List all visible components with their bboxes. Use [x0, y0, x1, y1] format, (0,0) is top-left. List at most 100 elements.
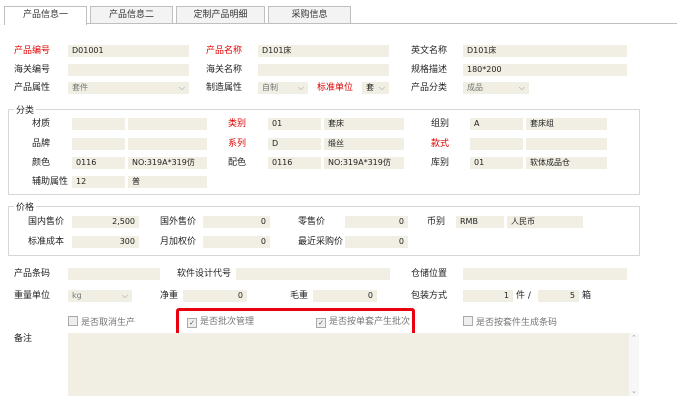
barcode-per-kit-checkbox[interactable]: 是否按套件生成条码	[463, 316, 557, 329]
domestic-price-label: 国内售价	[28, 217, 65, 227]
memo-label: 备注	[14, 334, 33, 344]
type-code-field[interactable]: 01	[268, 118, 321, 130]
color-name-field: NO:319A*319仿	[128, 157, 207, 169]
product-code-label: 产品编号	[14, 46, 51, 56]
packing-unit-box: 箱	[582, 291, 592, 301]
weight-unit-select[interactable]: kg ⌵	[68, 290, 132, 302]
cancel-production-text: 是否取消生产	[81, 318, 136, 328]
packing-unit-piece: 件 /	[516, 291, 531, 301]
packing-qty-field[interactable]: 1	[463, 290, 513, 302]
tab-purchase-info[interactable]: 采购信息	[268, 6, 351, 23]
manufacture-attr-value: 自制	[262, 83, 278, 92]
product-attr-value: 套件	[72, 83, 88, 92]
customs-name-label: 海关名称	[206, 65, 243, 75]
memo-scrollbar[interactable]: ⌃ ⌄	[629, 333, 639, 396]
product-name-label: 产品名称	[206, 46, 243, 56]
aux-attr-label: 辅助属性	[32, 177, 69, 187]
customs-code-field[interactable]	[68, 64, 189, 76]
chevron-down-icon: ⌵	[121, 291, 128, 300]
type-name-field: 套床	[324, 118, 404, 130]
product-attr-select[interactable]: 套件 ⌵	[68, 82, 189, 94]
material-name-field	[128, 118, 207, 130]
software-code-label: 软件设计代号	[177, 269, 232, 279]
packing-label: 包装方式	[411, 291, 448, 301]
net-weight-field[interactable]: 0	[183, 290, 247, 302]
match-color-code-field[interactable]: 0116	[268, 157, 321, 169]
checkbox-empty-icon	[463, 316, 473, 326]
tab-product-info-2[interactable]: 产品信息二	[90, 6, 173, 23]
scroll-up-icon[interactable]: ⌃	[631, 334, 637, 342]
memo-textarea[interactable]	[68, 333, 629, 396]
std-cost-label: 标准成本	[28, 237, 65, 247]
series-name-field: 缎丝	[324, 138, 404, 150]
recent-purchase-field[interactable]: 0	[345, 236, 408, 248]
gross-weight-field[interactable]: 0	[313, 290, 377, 302]
spec-field[interactable]: 180*200	[463, 64, 627, 76]
group-label: 组别	[431, 119, 450, 129]
std-unit-select[interactable]: 套 ⌵	[362, 82, 389, 94]
weight-unit-label: 重量单位	[14, 291, 51, 301]
product-code-field[interactable]: D01001	[68, 45, 189, 57]
barcode-field[interactable]	[68, 268, 160, 280]
series-label: 系列	[228, 139, 247, 149]
scroll-down-icon[interactable]: ⌄	[631, 387, 637, 395]
warehouse-name-field: 软体成品仓	[526, 157, 607, 169]
currency-name-field: 人民币	[507, 216, 583, 228]
chevron-down-icon: ⌵	[378, 83, 385, 92]
material-label: 材质	[32, 119, 51, 129]
brand-code-field[interactable]	[72, 138, 125, 150]
monthly-avg-label: 月加权价	[160, 237, 197, 247]
product-attr-label: 产品属性	[14, 83, 51, 93]
weight-unit-value: kg	[72, 291, 82, 300]
product-category-value: 成品	[467, 83, 483, 92]
aux-attr-code-field[interactable]: 12	[72, 176, 125, 188]
series-code-field[interactable]: D	[268, 138, 321, 150]
checkbox-empty-icon	[68, 316, 78, 326]
price-group	[8, 206, 640, 256]
chevron-down-icon: ⌵	[518, 83, 525, 92]
retail-price-label: 零售价	[298, 217, 326, 227]
product-category-select[interactable]: 成品 ⌵	[463, 82, 529, 94]
aux-attr-name-field: 普	[128, 176, 207, 188]
color-label: 颜色	[32, 158, 51, 168]
monthly-avg-field[interactable]: 0	[203, 236, 270, 248]
manufacture-attr-select[interactable]: 自制 ⌵	[258, 82, 308, 94]
recent-purchase-label: 最近采购价	[298, 237, 344, 247]
group-name-field: 套床组	[526, 118, 607, 130]
foreign-price-field[interactable]: 0	[203, 216, 270, 228]
style-code-field[interactable]	[470, 138, 523, 150]
group-code-field[interactable]: A	[470, 118, 523, 130]
price-title: 价格	[14, 200, 37, 213]
product-category-label: 产品分类	[411, 83, 448, 93]
packing-per-box-field[interactable]: 5	[538, 290, 579, 302]
std-unit-value: 套	[366, 83, 374, 92]
tab-product-info-1[interactable]: 产品信息一	[4, 6, 87, 25]
type-label: 类别	[228, 119, 247, 129]
warehouse-code-field[interactable]: 01	[470, 157, 523, 169]
domestic-price-field[interactable]: 2,500	[72, 216, 139, 228]
storage-location-field[interactable]	[463, 268, 627, 280]
tab-divider	[4, 23, 677, 24]
customs-name-field[interactable]	[258, 64, 389, 76]
std-unit-label: 标准单位	[317, 83, 354, 93]
match-color-label: 配色	[228, 158, 247, 168]
currency-code-field[interactable]: RMB	[456, 216, 504, 228]
customs-code-label: 海关编号	[14, 65, 51, 75]
std-cost-field[interactable]: 300	[72, 236, 139, 248]
currency-label: 币别	[427, 217, 446, 227]
color-code-field[interactable]: 0116	[72, 157, 125, 169]
brand-name-field	[128, 138, 207, 150]
material-code-field[interactable]	[72, 118, 125, 130]
barcode-per-kit-text: 是否按套件生成条码	[476, 318, 558, 328]
warehouse-label: 库别	[431, 158, 450, 168]
cancel-production-checkbox[interactable]: 是否取消生产	[68, 316, 135, 329]
brand-label: 品牌	[32, 139, 51, 149]
tab-custom-detail[interactable]: 定制产品明细	[176, 6, 265, 23]
spec-label: 规格描述	[411, 65, 448, 75]
english-name-field[interactable]: D101床	[463, 45, 627, 57]
software-code-field[interactable]	[236, 268, 390, 280]
retail-price-field[interactable]: 0	[345, 216, 408, 228]
manufacture-attr-label: 制造属性	[206, 83, 243, 93]
product-name-field[interactable]: D101床	[258, 45, 389, 57]
gross-weight-label: 毛重	[290, 291, 309, 301]
